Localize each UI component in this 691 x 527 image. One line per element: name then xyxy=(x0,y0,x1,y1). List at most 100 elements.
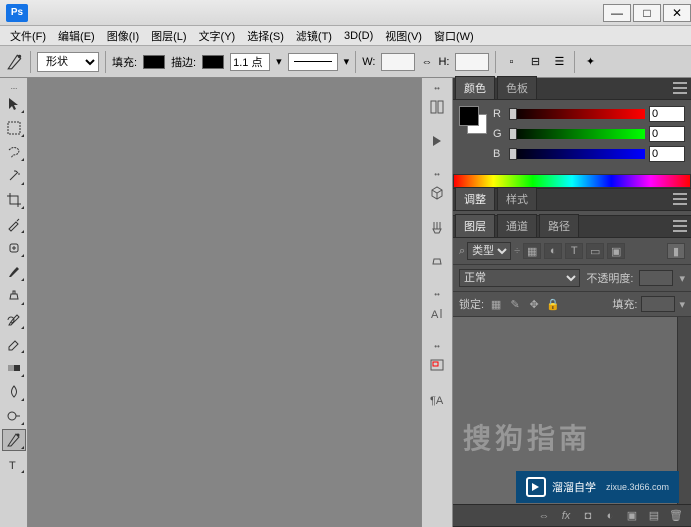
r-input[interactable] xyxy=(649,106,685,122)
lock-position-icon[interactable]: ✥ xyxy=(526,296,542,312)
move-tool[interactable] xyxy=(2,93,26,115)
panel-grip[interactable]: •• xyxy=(422,170,452,176)
paragraph-panel-icon[interactable]: ¶A xyxy=(424,386,450,412)
crop-tool[interactable] xyxy=(2,189,26,211)
new-group-icon[interactable]: ▣ xyxy=(623,508,641,524)
blend-mode-select[interactable]: 正常 xyxy=(459,269,580,287)
tab-paths[interactable]: 路径 xyxy=(539,214,579,237)
layer-kind-select[interactable]: 类型 xyxy=(467,242,511,260)
align-icon[interactable]: ⊟ xyxy=(526,53,544,71)
menu-3d[interactable]: 3D(D) xyxy=(338,28,379,44)
brush-tool[interactable] xyxy=(2,261,26,283)
close-button[interactable]: ✕ xyxy=(663,4,691,22)
marquee-tool[interactable] xyxy=(2,117,26,139)
layer-scrollbar[interactable] xyxy=(677,317,691,504)
panel-menu-icon[interactable] xyxy=(673,193,687,205)
clone-stamp-tool[interactable] xyxy=(2,285,26,307)
delete-layer-icon[interactable]: 🗑 xyxy=(667,508,685,524)
menu-type[interactable]: 文字(Y) xyxy=(193,26,242,46)
layer-mask-icon[interactable]: ◘ xyxy=(579,508,597,524)
new-layer-icon[interactable]: ▤ xyxy=(645,508,663,524)
tab-layers[interactable]: 图层 xyxy=(455,214,495,237)
opacity-input[interactable] xyxy=(639,270,673,286)
b-input[interactable] xyxy=(649,146,685,162)
b-slider[interactable] xyxy=(509,149,645,159)
lasso-tool[interactable] xyxy=(2,141,26,163)
magic-wand-tool[interactable] xyxy=(2,165,26,187)
tab-swatches[interactable]: 色板 xyxy=(497,76,537,99)
eyedropper-tool[interactable] xyxy=(2,213,26,235)
stroke-width-input[interactable] xyxy=(230,53,270,71)
lock-image-icon[interactable]: ✎ xyxy=(507,296,523,312)
eraser-tool[interactable] xyxy=(2,333,26,355)
r-slider[interactable] xyxy=(509,109,645,119)
lock-transparent-icon[interactable]: ▦ xyxy=(488,296,504,312)
panel-menu-icon[interactable] xyxy=(673,82,687,94)
layer-fx-icon[interactable]: fx xyxy=(557,508,575,524)
lock-all-icon[interactable]: 🔒 xyxy=(545,296,561,312)
filter-adjustment-icon[interactable]: ◐ xyxy=(544,243,562,259)
color-spectrum[interactable] xyxy=(453,174,691,188)
type-tool[interactable]: T xyxy=(2,453,26,475)
link-wh-icon[interactable]: ⇔ xyxy=(421,56,432,68)
menu-view[interactable]: 视图(V) xyxy=(379,26,428,46)
filter-pixel-icon[interactable]: ▦ xyxy=(523,243,541,259)
filter-toggle[interactable]: ▮ xyxy=(667,243,685,259)
menu-image[interactable]: 图像(I) xyxy=(101,26,145,46)
panel-menu-icon[interactable] xyxy=(673,220,687,232)
opacity-dropdown-icon[interactable]: ▾ xyxy=(679,272,685,285)
minimize-button[interactable]: — xyxy=(603,4,631,22)
tab-adjustments[interactable]: 调整 xyxy=(455,187,495,210)
menu-filter[interactable]: 滤镜(T) xyxy=(290,26,338,46)
path-operations-icon[interactable]: ▫ xyxy=(502,53,520,71)
menu-window[interactable]: 窗口(W) xyxy=(428,26,480,46)
gear-icon[interactable]: ✦ xyxy=(581,53,599,71)
link-layers-icon[interactable]: ⇔ xyxy=(535,508,553,524)
dodge-tool[interactable] xyxy=(2,405,26,427)
panel-grip[interactable]: •• xyxy=(422,84,452,90)
width-input[interactable] xyxy=(381,53,415,71)
pen-tool[interactable] xyxy=(2,429,26,451)
stroke-dropdown-icon[interactable]: ▾ xyxy=(276,55,282,68)
menu-edit[interactable]: 编辑(E) xyxy=(52,26,101,46)
filter-type-icon[interactable]: T xyxy=(565,243,583,259)
3d-panel-icon[interactable] xyxy=(424,180,450,206)
fill-opacity-input[interactable] xyxy=(641,296,675,312)
tool-mode-select[interactable]: 形状 xyxy=(37,52,99,72)
menu-layer[interactable]: 图层(L) xyxy=(145,26,192,46)
healing-brush-tool[interactable] xyxy=(2,237,26,259)
panel-grip[interactable]: •• xyxy=(422,290,452,296)
menu-file[interactable]: 文件(F) xyxy=(4,26,52,46)
stroke-swatch[interactable] xyxy=(202,55,224,69)
character-panel-icon[interactable]: A xyxy=(424,300,450,326)
brush-panel-icon[interactable] xyxy=(424,214,450,240)
navigator-panel-icon[interactable] xyxy=(424,352,450,378)
actions-panel-icon[interactable] xyxy=(424,128,450,154)
fg-bg-color-icon[interactable] xyxy=(459,106,487,134)
fill-swatch[interactable] xyxy=(143,55,165,69)
clone-source-panel-icon[interactable] xyxy=(424,248,450,274)
g-input[interactable] xyxy=(649,126,685,142)
tab-color[interactable]: 颜色 xyxy=(455,76,495,99)
canvas-area[interactable] xyxy=(28,78,421,527)
gradient-tool[interactable] xyxy=(2,357,26,379)
new-fill-layer-icon[interactable]: ◐ xyxy=(601,508,619,524)
filter-smart-icon[interactable]: ▣ xyxy=(607,243,625,259)
filter-shape-icon[interactable]: ▭ xyxy=(586,243,604,259)
panel-grip[interactable]: •• xyxy=(422,342,452,348)
pen-tool-icon[interactable] xyxy=(6,53,24,71)
maximize-button[interactable]: □ xyxy=(633,4,661,22)
g-slider[interactable] xyxy=(509,129,645,139)
layer-list[interactable] xyxy=(453,317,691,504)
arrange-icon[interactable]: ☰ xyxy=(550,53,568,71)
toolbox-grip[interactable] xyxy=(0,84,27,90)
height-input[interactable] xyxy=(455,53,489,71)
tab-styles[interactable]: 样式 xyxy=(497,187,537,210)
menu-select[interactable]: 选择(S) xyxy=(241,26,290,46)
fill-dropdown-icon[interactable]: ▾ xyxy=(679,298,685,311)
history-panel-icon[interactable] xyxy=(424,94,450,120)
stroke-style-select[interactable] xyxy=(288,53,338,71)
stroke-style-dropdown-icon[interactable]: ▾ xyxy=(344,55,350,68)
tab-channels[interactable]: 通道 xyxy=(497,214,537,237)
blur-tool[interactable] xyxy=(2,381,26,403)
